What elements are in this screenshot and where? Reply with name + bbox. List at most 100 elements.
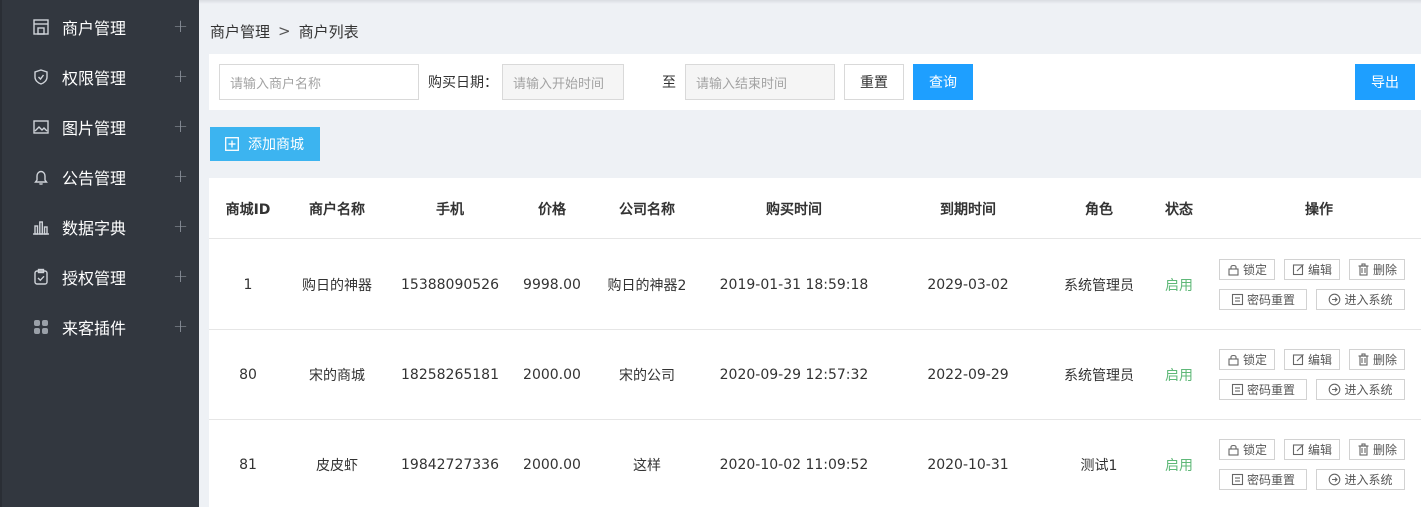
reset-password-label: 密码重置 (1246, 293, 1295, 307)
cell-role: 系统管理员 (1064, 368, 1134, 384)
edit-icon (1292, 264, 1304, 276)
edit-button[interactable]: 编辑 (1284, 439, 1340, 460)
filter-panel: 请输入商户名称 购买日期： 请输入开始时间 至 请输入结束时间 重置 查询 导出 (209, 54, 1421, 110)
merchant-table: 商城ID 商户名称 手机 价格 公司名称 购买时间 到期时间 角色 状态 操作 … (209, 178, 1421, 507)
sidebar-item-label: 公告管理 (62, 169, 127, 188)
cell-company: 购日的神器2 (607, 278, 687, 294)
lock-label: 锁定 (1242, 263, 1267, 277)
sidebar-item-authorization[interactable]: 授权管理 + (2, 252, 199, 302)
lock-icon (1228, 264, 1239, 276)
edit-button[interactable]: 编辑 (1284, 349, 1340, 370)
delete-button[interactable]: 删除 (1349, 349, 1405, 370)
sidebar-item-label: 图片管理 (62, 119, 127, 138)
table-header: 商城ID 商户名称 手机 价格 公司名称 购买时间 到期时间 角色 状态 操作 (209, 178, 1421, 239)
cell-name: 购日的神器 (302, 278, 372, 294)
cell-expire: 2020-10-31 (927, 457, 1009, 473)
edit-icon (1292, 444, 1304, 456)
password-reset-icon (1231, 293, 1244, 306)
cell-status: 启用 (1165, 278, 1193, 294)
top-shadow (199, 0, 1421, 4)
sidebar-item-dictionary[interactable]: 数据字典 + (2, 202, 199, 252)
delete-button[interactable]: 删除 (1349, 439, 1405, 460)
sidebar-item-label: 来客插件 (62, 319, 127, 338)
edit-label: 编辑 (1307, 263, 1332, 277)
sidebar-item-label: 权限管理 (62, 69, 127, 88)
bar-chart-icon (33, 221, 49, 235)
edit-icon (1292, 354, 1304, 366)
add-mall-label: 添加商城 (248, 137, 304, 153)
merchant-name-input[interactable]: 请输入商户名称 (219, 64, 419, 100)
end-date-input[interactable]: 请输入结束时间 (685, 64, 835, 100)
sidebar-item-label: 数据字典 (62, 219, 127, 238)
export-button[interactable]: 导出 (1355, 64, 1415, 100)
plus-square-icon (225, 137, 239, 151)
cell-company: 宋的公司 (619, 368, 675, 384)
delete-button[interactable]: 删除 (1349, 259, 1405, 280)
add-mall-button[interactable]: 添加商城 (210, 127, 320, 161)
enter-system-button[interactable]: 进入系统 (1316, 469, 1405, 490)
col-header-actions: 操作 (1305, 201, 1333, 218)
col-header-expire: 到期时间 (940, 201, 996, 218)
sidebar-item-plugins[interactable]: 来客插件 + (2, 302, 199, 352)
cell-phone: 18258265181 (401, 367, 499, 383)
breadcrumb: 商户管理 > 商户列表 (210, 20, 359, 42)
query-button[interactable]: 查询 (913, 64, 973, 100)
sidebar: 商户管理 + 权限管理 + 图片管理 + 公告管理 + 数据字典 + 授权管理 … (0, 0, 199, 507)
edit-button[interactable]: 编辑 (1284, 259, 1340, 280)
row-actions: 锁定 编辑 删除 密码重置 进入系统 (1219, 240, 1419, 330)
cell-id: 80 (239, 367, 257, 383)
col-header-company: 公司名称 (619, 201, 675, 218)
lock-button[interactable]: 锁定 (1219, 349, 1275, 370)
sidebar-item-notice[interactable]: 公告管理 + (2, 152, 199, 202)
cell-status: 启用 (1165, 368, 1193, 384)
expand-icon: + (173, 116, 189, 137)
reset-password-button[interactable]: 密码重置 (1219, 379, 1307, 400)
cell-role: 测试1 (1080, 458, 1118, 474)
col-header-status: 状态 (1165, 201, 1193, 218)
cell-name: 宋的商城 (309, 368, 365, 384)
cell-id: 81 (239, 457, 257, 473)
enter-system-label: 进入系统 (1344, 293, 1393, 307)
cell-buy-time: 2020-09-29 12:57:32 (719, 367, 869, 383)
breadcrumb-current: 商户列表 (298, 22, 359, 41)
cell-id: 1 (243, 277, 253, 293)
cell-company: 这样 (633, 458, 661, 474)
clipboard-check-icon (34, 268, 48, 285)
cell-price: 9998.00 (523, 277, 581, 293)
expand-icon: + (173, 266, 189, 287)
sidebar-item-label: 商户管理 (62, 19, 127, 38)
date-range-to-label: 至 (662, 75, 676, 91)
trash-icon (1358, 263, 1369, 276)
cell-phone: 15388090526 (401, 277, 499, 293)
row-actions: 锁定 编辑 删除 密码重置 进入系统 (1219, 420, 1419, 507)
sidebar-item-permission[interactable]: 权限管理 + (2, 52, 199, 102)
lock-icon (1228, 444, 1239, 456)
lock-button[interactable]: 锁定 (1219, 439, 1275, 460)
sidebar-item-label: 授权管理 (62, 269, 127, 288)
cell-expire: 2022-09-29 (927, 367, 1009, 383)
expand-icon: + (173, 16, 189, 37)
lock-button[interactable]: 锁定 (1219, 259, 1275, 280)
sidebar-item-merchant[interactable]: 商户管理 + (2, 2, 199, 52)
cell-price: 2000.00 (523, 367, 581, 383)
reset-password-label: 密码重置 (1246, 473, 1295, 487)
breadcrumb-parent[interactable]: 商户管理 (210, 21, 270, 42)
breadcrumb-separator: > (278, 22, 291, 40)
start-date-input[interactable]: 请输入开始时间 (502, 64, 624, 100)
reset-password-button[interactable]: 密码重置 (1219, 289, 1307, 310)
cell-buy-time: 2019-01-31 18:59:18 (719, 277, 869, 293)
purchase-date-label: 购买日期： (428, 75, 498, 91)
reset-password-button[interactable]: 密码重置 (1219, 469, 1307, 490)
reset-button[interactable]: 重置 (844, 64, 904, 100)
enter-system-label: 进入系统 (1344, 473, 1393, 487)
cell-price: 2000.00 (523, 457, 581, 473)
lock-label: 锁定 (1242, 353, 1267, 367)
edit-label: 编辑 (1307, 353, 1332, 367)
sidebar-item-images[interactable]: 图片管理 + (2, 102, 199, 152)
delete-label: 删除 (1372, 443, 1397, 457)
table-row: 81 皮皮虾 19842727336 2000.00 这样 2020-10-02… (209, 420, 1421, 507)
enter-system-button[interactable]: 进入系统 (1316, 289, 1405, 310)
expand-icon: + (173, 316, 189, 337)
store-icon (33, 19, 49, 35)
enter-system-button[interactable]: 进入系统 (1316, 379, 1405, 400)
